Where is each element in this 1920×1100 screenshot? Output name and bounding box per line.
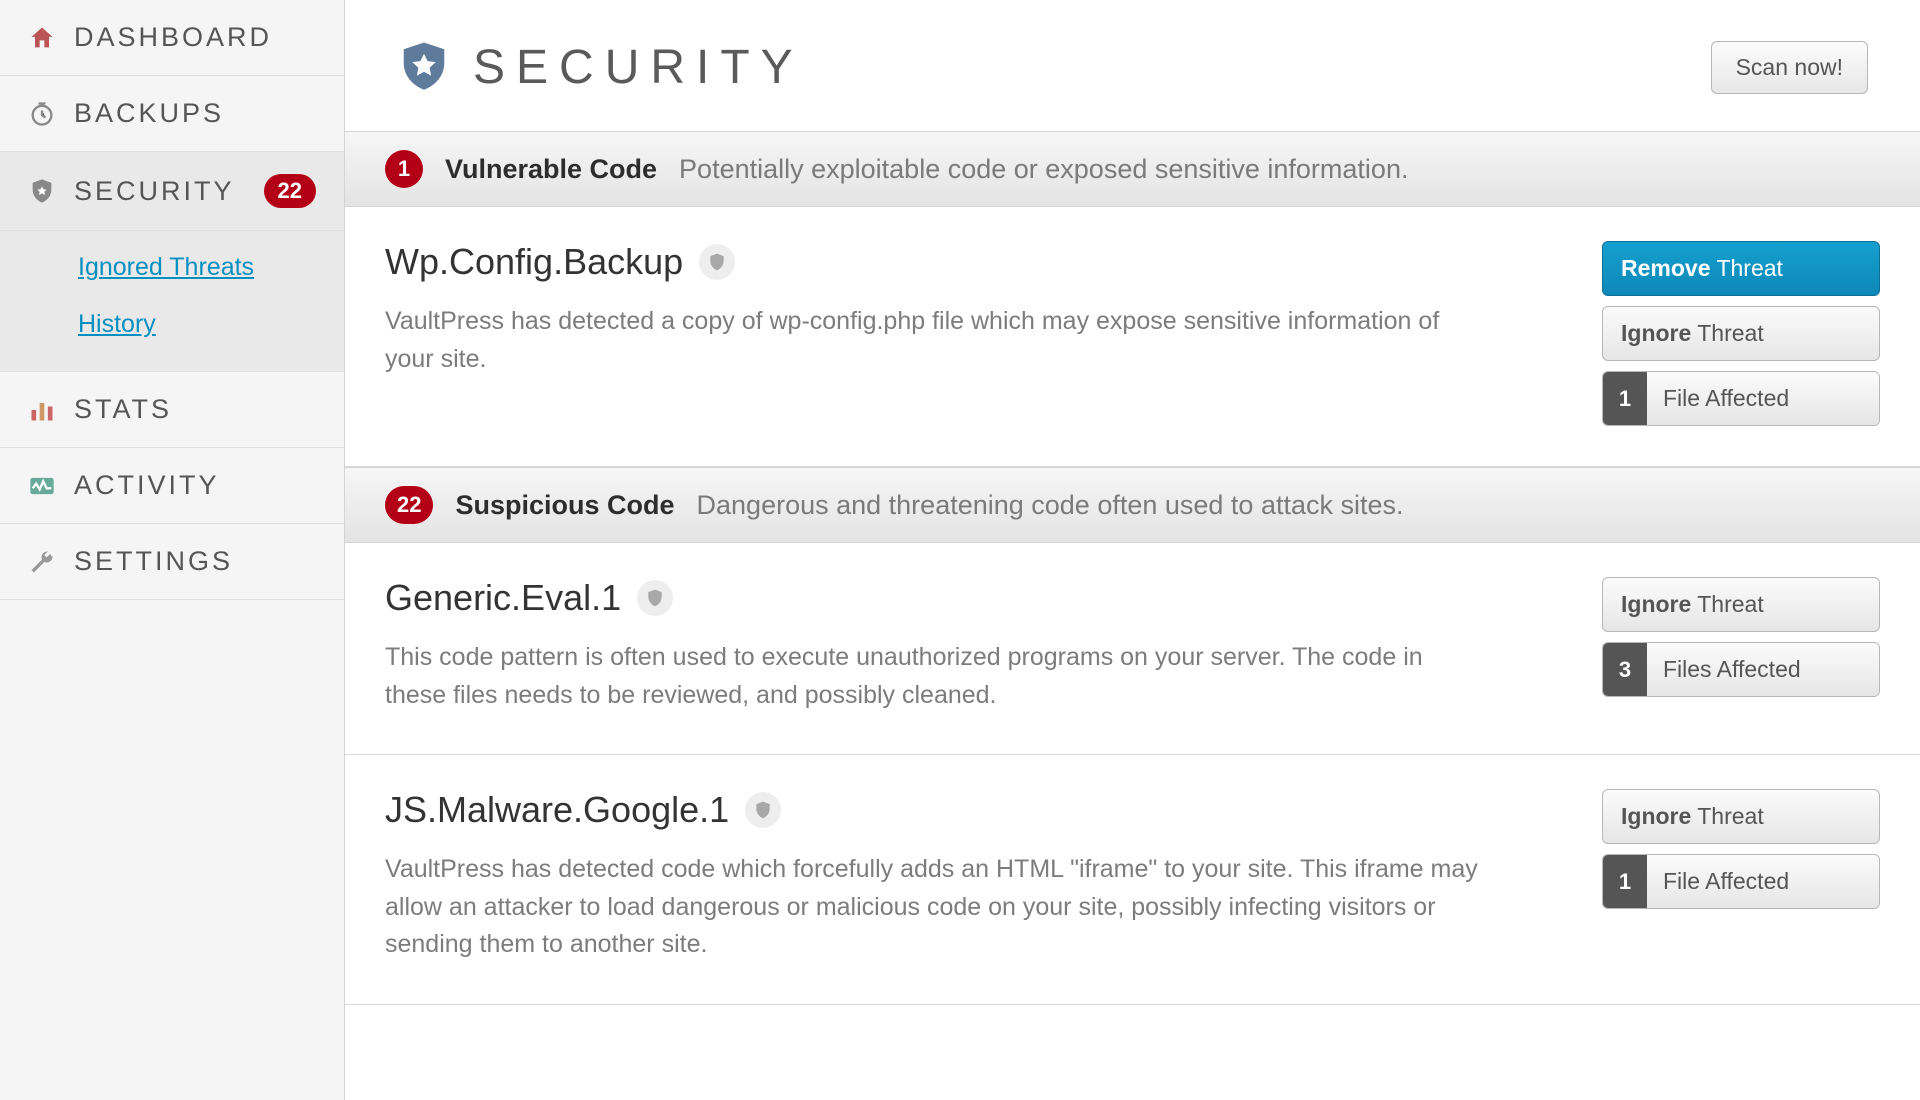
sidebar-item-activity[interactable]: ACTIVITY [0,448,344,524]
wrench-icon [28,548,56,576]
section-vulnerable-code: 1 Vulnerable Code Potentially exploitabl… [345,131,1920,207]
security-subnav: Ignored Threats History [0,231,344,372]
activity-icon [28,472,56,500]
threat-name: Wp.Config.Backup [385,241,683,283]
files-affected[interactable]: 1 File Affected [1602,371,1880,426]
home-icon [28,24,56,52]
ignore-threat-button[interactable]: Ignore Threat [1602,577,1880,632]
threat-item: JS.Malware.Google.1 VaultPress has detec… [345,755,1920,1005]
threat-name: Generic.Eval.1 [385,577,621,619]
sidebar-label: BACKUPS [74,98,224,129]
security-badge: 22 [264,174,316,208]
section-desc: Potentially exploitable code or exposed … [679,154,1408,185]
section-title: Vulnerable Code [445,154,657,185]
main-content: SECURITY Scan now! 1 Vulnerable Code Pot… [345,0,1920,1100]
section-count: 1 [385,150,423,188]
subnav-ignored-threats[interactable]: Ignored Threats [78,239,344,296]
files-count: 1 [1603,372,1647,425]
sidebar-label: SETTINGS [74,546,233,577]
sidebar-label: DASHBOARD [74,22,272,53]
bar-chart-icon [28,396,56,424]
scan-now-button[interactable]: Scan now! [1711,41,1868,94]
threat-desc: VaultPress has detected a copy of wp-con… [385,303,1485,378]
shield-chip-icon[interactable] [637,580,673,616]
files-label: Files Affected [1647,643,1879,696]
threat-desc: VaultPress has detected code which force… [385,851,1485,964]
files-count: 3 [1603,643,1647,696]
shield-chip-icon[interactable] [745,792,781,828]
sidebar-item-security[interactable]: SECURITY 22 [0,152,344,231]
files-count: 1 [1603,855,1647,908]
section-desc: Dangerous and threatening code often use… [697,490,1404,521]
sidebar-label: ACTIVITY [74,470,220,501]
page-header: SECURITY Scan now! [345,0,1920,131]
sidebar-item-settings[interactable]: SETTINGS [0,524,344,600]
sidebar-item-stats[interactable]: STATS [0,372,344,448]
page-title: SECURITY [473,40,804,95]
threat-desc: This code pattern is often used to execu… [385,639,1485,714]
threat-name: JS.Malware.Google.1 [385,789,729,831]
files-label: File Affected [1647,855,1879,908]
section-title: Suspicious Code [455,490,674,521]
sidebar: DASHBOARD BACKUPS SECURITY 22 Ignored Th… [0,0,345,1100]
shield-logo-icon [397,38,451,97]
files-affected[interactable]: 1 File Affected [1602,854,1880,909]
shield-icon [28,177,56,205]
section-count: 22 [385,486,433,524]
threat-item: Wp.Config.Backup VaultPress has detected… [345,207,1920,467]
files-label: File Affected [1647,372,1879,425]
ignore-threat-button[interactable]: Ignore Threat [1602,306,1880,361]
shield-chip-icon[interactable] [699,244,735,280]
sidebar-label: STATS [74,394,172,425]
subnav-history[interactable]: History [78,296,344,353]
threat-item: Generic.Eval.1 This code pattern is ofte… [345,543,1920,755]
section-suspicious-code: 22 Suspicious Code Dangerous and threate… [345,467,1920,543]
remove-threat-button[interactable]: Remove Threat [1602,241,1880,296]
ignore-threat-button[interactable]: Ignore Threat [1602,789,1880,844]
sidebar-item-backups[interactable]: BACKUPS [0,76,344,152]
clock-icon [28,100,56,128]
files-affected[interactable]: 3 Files Affected [1602,642,1880,697]
sidebar-label: SECURITY [74,176,235,207]
sidebar-item-dashboard[interactable]: DASHBOARD [0,0,344,76]
